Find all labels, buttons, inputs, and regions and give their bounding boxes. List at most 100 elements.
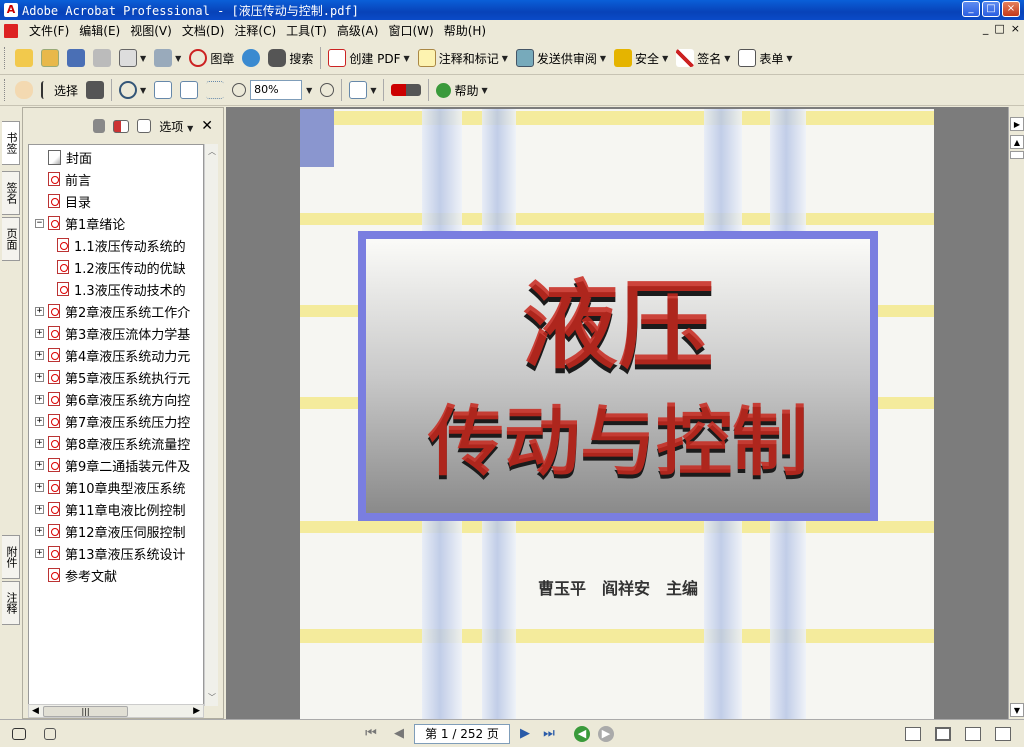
menu-view[interactable]: 视图(V) bbox=[125, 22, 177, 39]
document-icon[interactable] bbox=[4, 23, 18, 38]
toolbar-grip[interactable] bbox=[4, 47, 7, 69]
hand-tool-button[interactable] bbox=[11, 78, 37, 102]
expand-icon[interactable]: + bbox=[35, 306, 44, 316]
expand-icon[interactable]: + bbox=[35, 394, 44, 404]
tab-signatures[interactable]: 签名 bbox=[2, 171, 20, 215]
expand-icon[interactable]: + bbox=[35, 526, 44, 536]
expand-icon[interactable]: + bbox=[35, 548, 44, 558]
search-button[interactable]: 搜索 bbox=[264, 46, 317, 70]
maximize-button[interactable]: □ bbox=[982, 1, 1000, 17]
scroll-right-icon[interactable]: ▶ bbox=[193, 706, 200, 716]
web-button[interactable] bbox=[238, 46, 264, 70]
bookmark-item[interactable]: + 第6章液压系统方向控 bbox=[35, 389, 190, 409]
fit-page-button[interactable] bbox=[176, 78, 202, 102]
tab-bookmarks[interactable]: 书签 bbox=[2, 121, 20, 165]
continuous-layout-icon[interactable] bbox=[935, 726, 951, 741]
scroll-thumb[interactable] bbox=[1010, 151, 1024, 159]
trash-icon[interactable] bbox=[93, 119, 106, 133]
bookmark-item[interactable]: + 第13章液压系统设计 bbox=[35, 543, 186, 563]
bookmark-item[interactable]: − 第1章绪论 bbox=[35, 213, 125, 233]
bookmark-item[interactable]: + 第9章二通插装元件及 bbox=[35, 455, 190, 475]
bookmark-item[interactable]: 前言 bbox=[35, 169, 91, 189]
forms-button[interactable]: 表单 ▼ bbox=[734, 46, 796, 70]
scroll-up-icon[interactable]: ▲ bbox=[1010, 135, 1024, 149]
layout-icon[interactable] bbox=[44, 727, 56, 740]
minimize-button[interactable]: _ bbox=[962, 1, 980, 17]
previous-view-icon[interactable]: ◀ bbox=[574, 725, 590, 742]
document-vertical-scrollbar[interactable]: ▶ ▲ ▼ bbox=[1008, 107, 1024, 719]
menu-edit[interactable]: 编辑(E) bbox=[74, 22, 125, 39]
zoom-in-button[interactable] bbox=[316, 78, 338, 102]
bookmark-item[interactable]: 1.1液压传动系统的 bbox=[57, 235, 186, 255]
menu-window[interactable]: 窗口(W) bbox=[383, 22, 438, 39]
bookmark-item[interactable]: + 第7章液压系统压力控 bbox=[35, 411, 190, 431]
zoom-out-button[interactable] bbox=[228, 78, 250, 102]
open-button[interactable] bbox=[11, 46, 37, 70]
bookmark-item[interactable]: 目录 bbox=[35, 191, 91, 211]
email-button[interactable]: ▼ bbox=[115, 46, 150, 70]
document-view[interactable]: 液压 液压 传动与控制 传动与控制 曹玉平 阎祥安 主编 bbox=[226, 107, 1008, 719]
bookmark-item[interactable]: + 第10章典型液压系统 bbox=[35, 477, 186, 497]
save-button[interactable] bbox=[63, 46, 89, 70]
menu-tools[interactable]: 工具(T) bbox=[281, 22, 332, 39]
bookmark-item[interactable]: + 第11章电液比例控制 bbox=[35, 499, 186, 519]
expand-icon[interactable]: + bbox=[35, 350, 44, 360]
bookmark-item[interactable]: + 第8章液压系统流量控 bbox=[35, 433, 190, 453]
close-panel-icon[interactable]: ✕ bbox=[201, 118, 213, 134]
options-menu[interactable]: 选项 ▼ bbox=[159, 118, 193, 135]
bookmark-item[interactable]: 1.2液压传动的优缺 bbox=[57, 257, 186, 277]
new-bookmark-icon[interactable] bbox=[113, 119, 130, 133]
tab-pages[interactable]: 页面 bbox=[2, 217, 20, 261]
toolbar-grip[interactable] bbox=[4, 79, 7, 101]
zoom-level-input[interactable]: 80% bbox=[250, 80, 303, 100]
acrobat-app-icon[interactable]: A bbox=[4, 3, 18, 17]
horizontal-scroll-thumb[interactable]: ||| bbox=[43, 706, 128, 717]
expand-icon[interactable]: + bbox=[35, 504, 44, 514]
expand-icon[interactable]: + bbox=[35, 438, 44, 448]
print-button[interactable] bbox=[89, 46, 115, 70]
zoom-tool-button[interactable]: ▼ bbox=[115, 78, 150, 102]
last-page-icon[interactable]: ⏭ bbox=[540, 725, 558, 743]
scroll-down-icon[interactable]: ▼ bbox=[1010, 703, 1024, 717]
attach-button[interactable]: ▼ bbox=[150, 46, 185, 70]
next-page-icon[interactable]: ▶ bbox=[516, 725, 534, 743]
first-page-icon[interactable]: ⏮ bbox=[362, 725, 380, 743]
send-review-button[interactable]: 发送供审阅 ▼ bbox=[512, 46, 610, 70]
next-view-icon[interactable]: ▶ bbox=[598, 725, 614, 742]
menu-document[interactable]: 文档(D) bbox=[177, 22, 230, 39]
comment-markup-button[interactable]: 注释和标记 ▼ bbox=[414, 46, 512, 70]
scroll-down-icon[interactable]: ﹀ bbox=[206, 692, 218, 704]
expand-bookmark-icon[interactable] bbox=[137, 119, 152, 133]
stamp-button[interactable]: 图章 bbox=[185, 46, 238, 70]
help-button[interactable]: 帮助 ▼ bbox=[432, 78, 491, 102]
doc-close-button[interactable]: × bbox=[1011, 22, 1020, 35]
scroll-up-icon[interactable]: ︿ bbox=[206, 146, 218, 158]
expand-icon[interactable]: + bbox=[35, 416, 44, 426]
bookmark-item[interactable]: 1.3液压传动技术的 bbox=[57, 279, 186, 299]
doc-minimize-button[interactable]: _ bbox=[983, 22, 989, 35]
tab-attachments[interactable]: 附件 bbox=[2, 535, 20, 579]
menu-comments[interactable]: 注释(C) bbox=[229, 22, 281, 39]
rotate-view-button[interactable]: ▼ bbox=[345, 78, 380, 102]
expand-icon[interactable]: + bbox=[35, 460, 44, 470]
zoom-dropdown-icon[interactable]: ▼ bbox=[306, 86, 312, 95]
snapshot-button[interactable] bbox=[82, 78, 108, 102]
panel-toggle-icon[interactable]: ▶ bbox=[1010, 117, 1024, 131]
continuous-facing-layout-icon[interactable] bbox=[995, 726, 1011, 741]
menu-file[interactable]: 文件(F) bbox=[24, 22, 74, 39]
actual-size-button[interactable] bbox=[150, 78, 176, 102]
page-number-field[interactable]: 第 1 / 252 页 bbox=[414, 723, 510, 744]
bookmark-item[interactable]: 参考文献 bbox=[35, 565, 117, 585]
previous-page-icon[interactable]: ◀ bbox=[390, 725, 408, 743]
expand-icon[interactable]: + bbox=[35, 372, 44, 382]
bookmark-item[interactable]: + 第12章液压伺服控制 bbox=[35, 521, 186, 541]
bookmark-vertical-scrollbar[interactable]: ︿ ﹀ bbox=[204, 144, 218, 706]
fit-width-button[interactable] bbox=[202, 78, 228, 102]
bookmark-item[interactable]: + 第4章液压系统动力元 bbox=[35, 345, 190, 365]
expand-icon[interactable]: + bbox=[35, 482, 44, 492]
doc-restore-button[interactable]: □ bbox=[994, 22, 1004, 35]
tab-comments[interactable]: 注释 bbox=[2, 581, 20, 625]
bookmark-item[interactable]: 封面 bbox=[35, 147, 92, 167]
collapse-icon[interactable]: − bbox=[35, 218, 44, 228]
bookmark-horizontal-scrollbar[interactable]: ◀ ||| ▶ bbox=[28, 704, 204, 718]
